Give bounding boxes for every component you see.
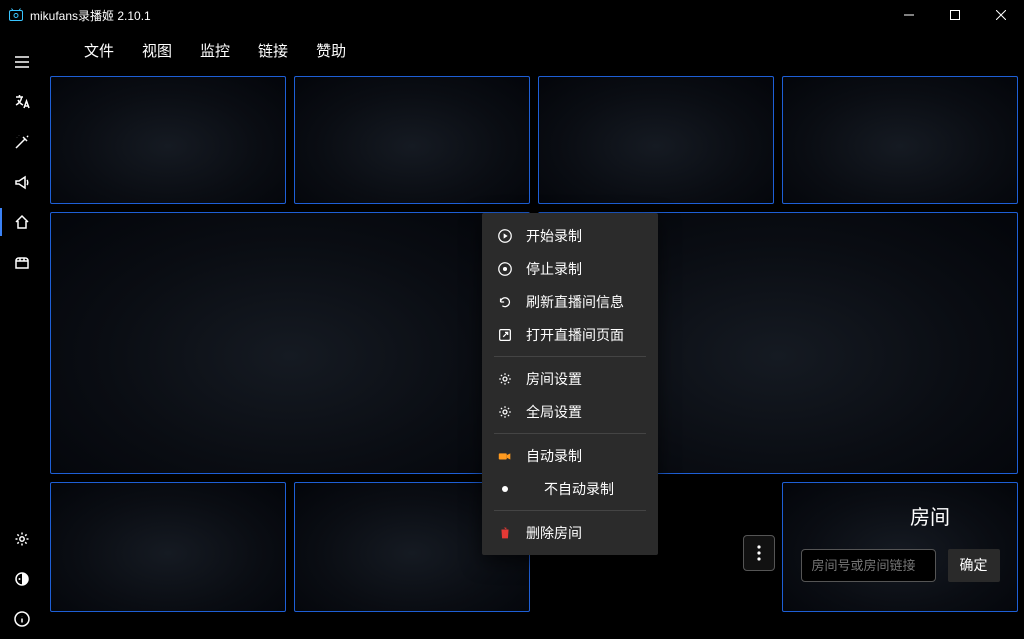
ctx-delete-room[interactable]: 删除房间 bbox=[482, 516, 658, 549]
camera-icon bbox=[496, 447, 514, 465]
close-button[interactable] bbox=[978, 0, 1024, 30]
ctx-label: 打开直播间页面 bbox=[526, 325, 624, 345]
room-card[interactable] bbox=[50, 76, 286, 204]
room-card[interactable] bbox=[50, 212, 530, 474]
trash-icon bbox=[496, 524, 514, 542]
room-card[interactable] bbox=[782, 76, 1018, 204]
info-button[interactable] bbox=[0, 599, 44, 639]
ctx-stop-record[interactable]: 停止录制 bbox=[482, 252, 658, 285]
home-button[interactable] bbox=[0, 202, 44, 242]
ctx-auto-record[interactable]: 自动录制 bbox=[482, 439, 658, 472]
gear-icon bbox=[496, 403, 514, 421]
ctx-start-record[interactable]: 开始录制 bbox=[482, 219, 658, 252]
hamburger-menu-button[interactable] bbox=[0, 42, 44, 82]
room-card[interactable] bbox=[538, 76, 774, 204]
maximize-button[interactable] bbox=[932, 0, 978, 30]
titlebar: mikufans录播姬 2.10.1 bbox=[0, 0, 1024, 30]
announce-button[interactable] bbox=[0, 162, 44, 202]
add-room-title: 房间 bbox=[910, 501, 950, 530]
context-menu-separator bbox=[494, 356, 646, 357]
stop-circle-icon bbox=[496, 260, 514, 278]
window-title: mikufans录播姬 2.10.1 bbox=[30, 7, 151, 24]
sidebar bbox=[0, 30, 44, 639]
ctx-label: 删除房间 bbox=[526, 523, 582, 543]
app-icon bbox=[8, 7, 24, 23]
add-room-card: 房间 确定 bbox=[782, 482, 1018, 612]
ctx-label: 不自动录制 bbox=[544, 479, 614, 499]
ctx-label: 停止录制 bbox=[526, 259, 582, 279]
theme-button[interactable] bbox=[0, 559, 44, 599]
minimize-button[interactable] bbox=[886, 0, 932, 30]
ctx-global-settings[interactable]: 全局设置 bbox=[482, 395, 658, 428]
ctx-open-room-page[interactable]: 打开直播间页面 bbox=[482, 318, 658, 351]
ctx-no-auto-record[interactable]: 不自动录制 bbox=[482, 472, 658, 505]
menu-monitor[interactable]: 监控 bbox=[186, 34, 244, 67]
radio-dot-icon bbox=[502, 486, 508, 492]
translate-button[interactable] bbox=[0, 82, 44, 122]
context-menu-separator bbox=[494, 433, 646, 434]
menu-view[interactable]: 视图 bbox=[128, 34, 186, 67]
menu-sponsor[interactable]: 赞助 bbox=[302, 34, 360, 67]
refresh-icon bbox=[496, 293, 514, 311]
more-button[interactable] bbox=[743, 535, 775, 571]
menubar: 文件 视图 监控 链接 赞助 bbox=[44, 30, 1024, 70]
settings-button[interactable] bbox=[0, 519, 44, 559]
ctx-refresh-room[interactable]: 刷新直播间信息 bbox=[482, 285, 658, 318]
gear-icon bbox=[496, 370, 514, 388]
magic-button[interactable] bbox=[0, 122, 44, 162]
ctx-label: 全局设置 bbox=[526, 402, 582, 422]
ctx-room-settings[interactable]: 房间设置 bbox=[482, 362, 658, 395]
context-menu-separator bbox=[494, 510, 646, 511]
context-menu: 开始录制 停止录制 刷新直播间信息 打开直播间页面 房间设置 全局设置 自动录制… bbox=[482, 213, 658, 555]
room-card[interactable] bbox=[294, 76, 530, 204]
ctx-label: 自动录制 bbox=[526, 446, 582, 466]
play-circle-icon bbox=[496, 227, 514, 245]
external-link-icon bbox=[496, 326, 514, 344]
toolbox-button[interactable] bbox=[0, 242, 44, 282]
room-id-input[interactable] bbox=[801, 549, 936, 582]
ctx-label: 房间设置 bbox=[526, 369, 582, 389]
ctx-label: 刷新直播间信息 bbox=[526, 292, 624, 312]
menu-file[interactable]: 文件 bbox=[70, 34, 128, 67]
room-card[interactable] bbox=[50, 482, 286, 612]
menu-link[interactable]: 链接 bbox=[244, 34, 302, 67]
confirm-button[interactable]: 确定 bbox=[948, 549, 1000, 582]
ctx-label: 开始录制 bbox=[526, 226, 582, 246]
